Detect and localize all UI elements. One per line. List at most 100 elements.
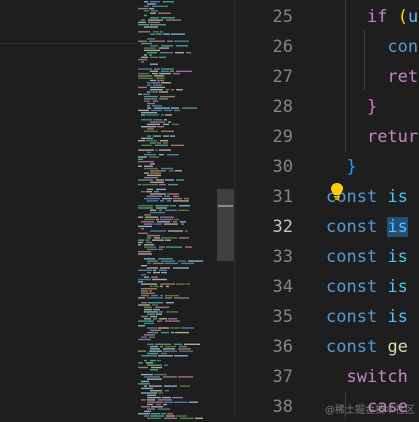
- minimap-line: [150, 12, 156, 14]
- code-line[interactable]: const is: [326, 212, 408, 242]
- minimap-line: [150, 33, 155, 35]
- code-line[interactable]: }: [326, 92, 377, 122]
- code-line[interactable]: return: [326, 122, 419, 152]
- minimap-line: [138, 109, 149, 112]
- minimap-line: [138, 156, 147, 158]
- code-token: const: [326, 337, 378, 357]
- minimap-line: [180, 385, 190, 387]
- minimap-line: [153, 84, 162, 86]
- code-line[interactable]: }: [326, 152, 356, 182]
- minimap-line: [150, 415, 164, 417]
- minimap-line: [138, 383, 150, 385]
- line-number: 27: [272, 67, 293, 87]
- minimap-line: [155, 343, 171, 345]
- minimap-line: [154, 75, 164, 77]
- minimap-line: [165, 294, 179, 297]
- minimap-line: [147, 343, 154, 345]
- minimap-line: [176, 45, 188, 47]
- minimap-line: [161, 271, 167, 274]
- minimap-line: [189, 401, 198, 403]
- code-line[interactable]: cons: [326, 32, 419, 62]
- minimap-line: [138, 338, 151, 341]
- minimap-line: [144, 154, 156, 156]
- minimap-line: [175, 331, 189, 334]
- minimap-line: [147, 174, 161, 177]
- minimap-line: [138, 160, 154, 163]
- code-token: (: [397, 7, 408, 27]
- code-line[interactable]: switch: [326, 362, 407, 392]
- minimap[interactable]: [136, 0, 217, 419]
- minimap-line: [147, 151, 151, 154]
- minimap-line: [141, 387, 153, 390]
- minimap-line: [164, 223, 178, 225]
- minimap-line: [160, 216, 174, 218]
- minimap-line: [159, 91, 168, 93]
- minimap-line: [141, 302, 147, 304]
- code-line[interactable]: retu: [326, 62, 419, 92]
- minimap-line: [144, 26, 158, 28]
- minimap-line: [156, 188, 166, 191]
- minimap-line: [144, 47, 156, 49]
- minimap-line: [147, 297, 163, 299]
- minimap-line: [147, 399, 155, 401]
- code-token: is: [387, 247, 408, 267]
- code-line[interactable]: const ge: [326, 332, 408, 362]
- minimap-line: [173, 221, 177, 223]
- minimap-line: [170, 70, 174, 72]
- minimap-line: [159, 318, 167, 320]
- code-line[interactable]: const is: [326, 242, 408, 272]
- minimap-line: [150, 329, 161, 331]
- minimap-line: [166, 246, 182, 248]
- code-line[interactable]: const is: [326, 302, 408, 332]
- minimap-line: [141, 373, 153, 376]
- minimap-line: [150, 1, 160, 3]
- minimap-line: [138, 149, 154, 151]
- minimap-line: [166, 311, 178, 313]
- minimap-line: [160, 52, 173, 54]
- minimap-line: [152, 72, 158, 75]
- minimap-line: [150, 45, 158, 47]
- minimap-line: [181, 262, 194, 265]
- minimap-line: [138, 21, 146, 24]
- code-token: const: [326, 307, 378, 327]
- minimap-line: [147, 260, 158, 262]
- minimap-line: [147, 396, 161, 399]
- minimap-line: [144, 322, 154, 325]
- minimap-line: [163, 403, 167, 406]
- lightbulb-icon[interactable]: [330, 182, 344, 200]
- minimap-line: [150, 63, 158, 65]
- minimap-line: [164, 119, 167, 121]
- code-editor[interactable]: if (us cons retu } return }const isconst…: [326, 0, 419, 419]
- minimap-line: [156, 218, 159, 221]
- code-line[interactable]: const is: [326, 272, 408, 302]
- line-number: 33: [272, 247, 293, 267]
- minimap-line: [164, 195, 170, 197]
- minimap-line: [138, 183, 141, 186]
- line-number: 36: [272, 337, 293, 357]
- line-number: 31: [272, 187, 293, 207]
- minimap-line: [188, 260, 203, 262]
- minimap-line: [138, 366, 148, 369]
- vertical-scrollbar-thumb[interactable]: [217, 189, 234, 261]
- minimap-line: [155, 144, 168, 146]
- minimap-line: [150, 163, 155, 165]
- minimap-line: [147, 271, 151, 274]
- minimap-line: [164, 364, 168, 366]
- minimap-line: [147, 128, 154, 130]
- minimap-line: [141, 144, 152, 146]
- minimap-line: [159, 154, 164, 156]
- minimap-line: [159, 98, 168, 100]
- minimap-line: [150, 345, 158, 348]
- minimap-line: [173, 197, 182, 200]
- code-line[interactable]: if (us: [326, 2, 419, 32]
- minimap-line: [161, 413, 166, 415]
- minimap-line: [176, 89, 183, 91]
- minimap-line: [144, 197, 160, 200]
- minimap-line: [174, 109, 180, 112]
- line-number: 26: [272, 37, 293, 57]
- minimap-line: [161, 70, 169, 72]
- adjacent-editor-pane[interactable]: [0, 0, 136, 419]
- minimap-line: [151, 406, 163, 408]
